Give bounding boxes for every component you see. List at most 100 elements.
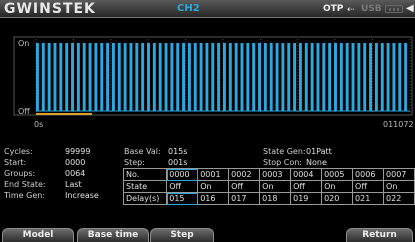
pulse-mark <box>374 43 378 111</box>
pulse-mark <box>240 43 244 111</box>
state-gen-value[interactable]: 01Patt <box>306 146 332 157</box>
pulse-mark <box>281 43 285 111</box>
model-button[interactable]: Model <box>2 228 74 242</box>
pulse-mark <box>404 43 408 111</box>
table-cell[interactable]: 016 <box>197 192 230 205</box>
program-parameters: Cycles: 99999 Base Val: 015s State Gen: … <box>0 146 415 226</box>
table-cell[interactable]: Off <box>166 180 199 193</box>
return-button[interactable]: Return <box>346 228 413 242</box>
pulse-mark <box>158 43 162 111</box>
pulse-mark <box>170 43 174 111</box>
table-cell[interactable]: 0005 <box>321 168 354 181</box>
table-cell[interactable]: 015 <box>166 192 199 205</box>
table-cell[interactable]: 0001 <box>197 168 230 181</box>
pulse-mark <box>187 43 191 111</box>
row-header-state: State <box>122 180 168 193</box>
pulse-mark <box>141 43 145 111</box>
step-value[interactable]: 001s <box>168 157 187 168</box>
pulse-mark <box>345 43 349 111</box>
table-cell[interactable]: 0004 <box>290 168 323 181</box>
usb-indicator: USB <box>361 4 382 14</box>
time-gen-value[interactable]: Increase <box>65 190 99 201</box>
cycles-value[interactable]: 99999 <box>65 146 90 157</box>
state-gen-label: State Gen: <box>263 147 306 156</box>
channel-indicator: CH2 <box>177 3 200 14</box>
pulse-mark <box>123 43 127 111</box>
table-cell[interactable]: 0002 <box>228 168 261 181</box>
pulse-mark <box>246 43 250 111</box>
pulse-mark <box>94 43 98 111</box>
pulse-mark <box>258 43 261 111</box>
pulse-mark <box>82 43 86 111</box>
pulse-mark <box>47 43 51 111</box>
pulse-mark <box>234 43 238 111</box>
pulse-mark <box>111 43 115 111</box>
base-val-label: Base Val: <box>124 147 161 156</box>
table-cell[interactable]: 017 <box>228 192 261 205</box>
row-header-delay: Delay(s) <box>122 192 168 205</box>
table-row-delays: Delay(s) 015 016 017 018 019 020 021 022 <box>122 192 415 205</box>
otp-arrow-icon: ⇠ <box>347 5 355 15</box>
table-cell[interactable]: 0007 <box>383 168 415 181</box>
base-val-value[interactable]: 015s <box>168 146 187 157</box>
table-cell[interactable]: 0003 <box>259 168 292 181</box>
start-value[interactable]: 0000 <box>65 157 85 168</box>
table-cell[interactable]: 021 <box>352 192 385 205</box>
param-row-2: Start: 0000 Step: 001s Stop Con: None <box>4 157 414 168</box>
groups-value[interactable]: 0064 <box>65 168 85 179</box>
pulse-mark <box>275 43 279 111</box>
pulse-mark <box>205 43 209 111</box>
pulse-mark <box>252 43 256 111</box>
table-cell[interactable]: 022 <box>383 192 415 205</box>
pulse-mark <box>310 43 314 111</box>
lan-icon <box>385 5 403 13</box>
table-cell[interactable]: 020 <box>321 192 354 205</box>
waveform-panel: On Off 0s 011072 <box>0 19 415 143</box>
pulse-mark <box>36 43 39 111</box>
pulse-mark <box>293 43 297 111</box>
top-status-bar: GWINSTEK CH2 OTP ⇠ USB ◀ <box>0 0 415 18</box>
table-cell[interactable]: 0006 <box>352 168 385 181</box>
table-cell[interactable]: 019 <box>290 192 323 205</box>
pulse-mark <box>223 43 226 111</box>
x-end-label: 011072 <box>383 120 414 129</box>
table-cell[interactable]: Off <box>352 180 385 193</box>
softkey-bar: Model Base time Step Return <box>0 228 415 242</box>
pulse-mark <box>287 43 291 111</box>
stop-con-label: Stop Con: <box>263 158 302 167</box>
table-cell[interactable]: On <box>259 180 292 193</box>
table-cell[interactable]: On <box>321 180 354 193</box>
pulse-mark <box>65 43 69 111</box>
param-row-4: End State: Last <box>4 179 124 190</box>
step-label: Step: <box>124 158 145 167</box>
table-cell[interactable]: On <box>197 180 230 193</box>
x-start-label: 0s <box>34 120 44 129</box>
row-header-no: No. <box>122 168 168 181</box>
end-state-label: End State: <box>4 180 46 189</box>
pulse-mark <box>398 43 402 111</box>
step-button[interactable]: Step <box>150 228 214 242</box>
pulse-mark <box>328 43 332 111</box>
pulse-mark <box>357 43 361 111</box>
table-cell[interactable]: 0000 <box>166 168 199 181</box>
table-cell[interactable]: On <box>383 180 415 193</box>
otp-indicator: OTP <box>323 4 344 14</box>
param-row-5: Time Gen: Increase <box>4 190 124 201</box>
pulse-mark <box>363 43 367 111</box>
table-cell[interactable]: 018 <box>259 192 292 205</box>
pulse-mark <box>182 43 186 111</box>
table-cell[interactable]: Off <box>290 180 323 193</box>
stop-con-value[interactable]: None <box>306 157 327 168</box>
pulse-mark <box>176 43 180 111</box>
pulse-mark <box>211 43 215 111</box>
waveform-chart <box>13 36 413 116</box>
pulse-mark <box>152 43 156 111</box>
end-state-value[interactable]: Last <box>65 179 82 190</box>
pulse-mark <box>369 43 373 111</box>
pulse-mark <box>59 43 63 111</box>
pulse-mark <box>164 43 168 111</box>
table-cell[interactable]: Off <box>228 180 261 193</box>
base-time-button[interactable]: Base time <box>77 228 149 242</box>
cycles-label: Cycles: <box>4 147 33 156</box>
pulse-mark <box>193 43 197 111</box>
